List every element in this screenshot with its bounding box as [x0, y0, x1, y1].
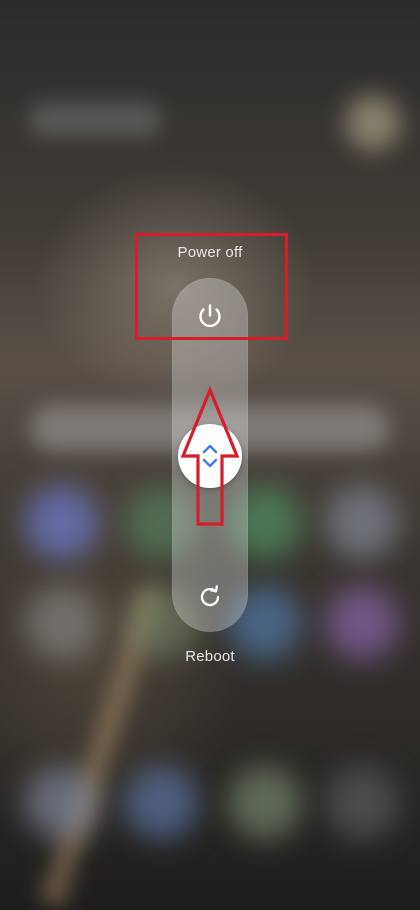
blurred-app-icon [25, 586, 99, 660]
blurred-dock-icon [228, 766, 302, 840]
reboot-label: Reboot [185, 648, 235, 665]
blurred-weather-widget [345, 95, 401, 151]
blurred-dock-icon [325, 766, 399, 840]
reboot-icon[interactable] [192, 579, 228, 615]
blurred-clock-widget [30, 103, 160, 137]
blurred-dock-icon [25, 766, 99, 840]
blurred-app-icon [325, 586, 399, 660]
blurred-app-icon [325, 486, 399, 560]
swipe-up-arrow-annotation [178, 385, 242, 528]
blurred-dock-icon [125, 766, 199, 840]
blurred-app-icon [25, 486, 99, 560]
power-off-highlight-box [135, 233, 288, 340]
